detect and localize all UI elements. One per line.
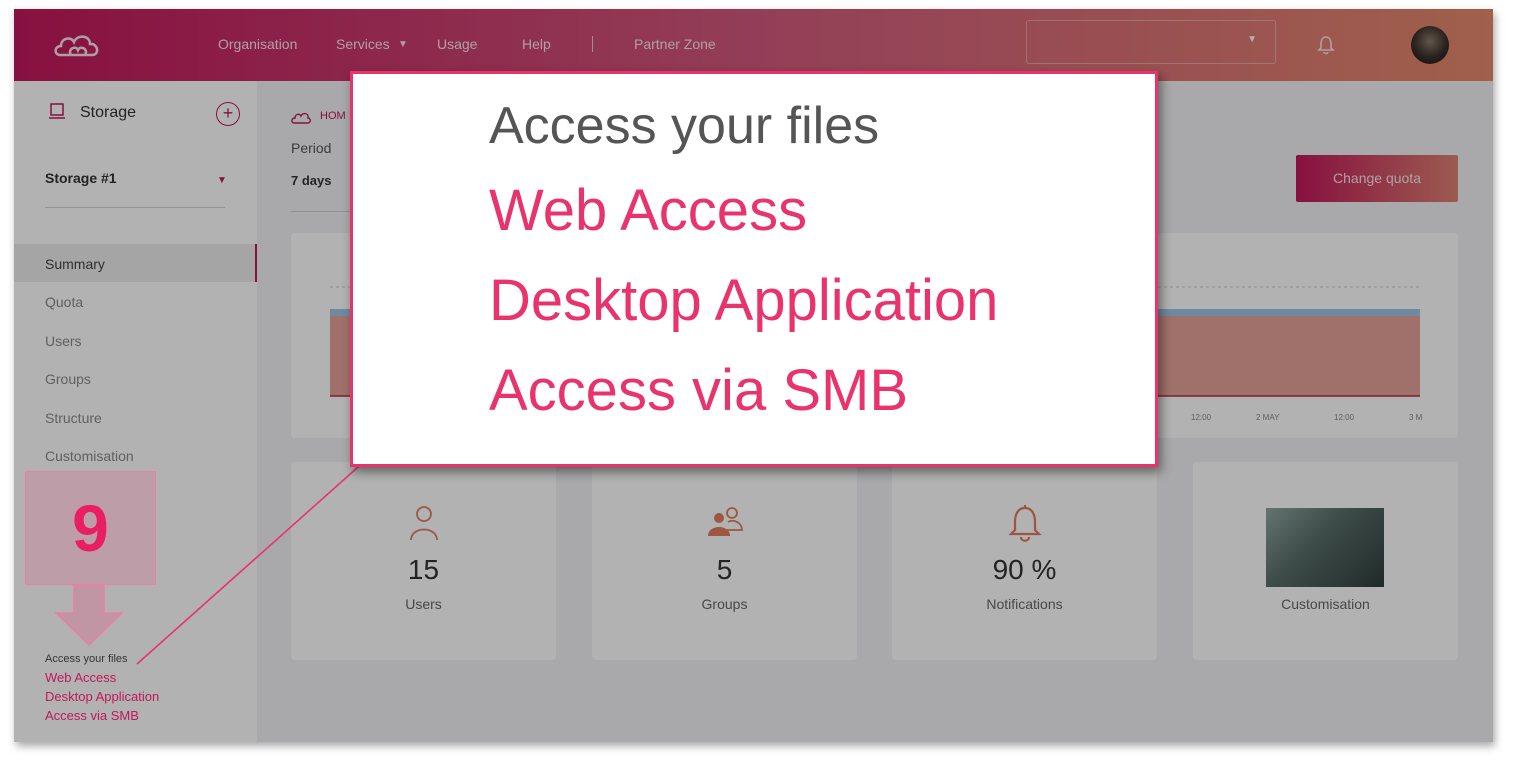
zoom-desktop-application-link[interactable]: Desktop Application bbox=[489, 267, 998, 334]
zoom-access-via-smb-link[interactable]: Access via SMB bbox=[489, 357, 908, 424]
zoom-web-access-link[interactable]: Web Access bbox=[489, 177, 807, 244]
app-window: Organisation Services ▼ Usage Help Partn… bbox=[14, 9, 1493, 742]
zoom-callout: Access your files Web Access Desktop App… bbox=[350, 71, 1158, 467]
zoom-title: Access your files bbox=[489, 97, 880, 155]
